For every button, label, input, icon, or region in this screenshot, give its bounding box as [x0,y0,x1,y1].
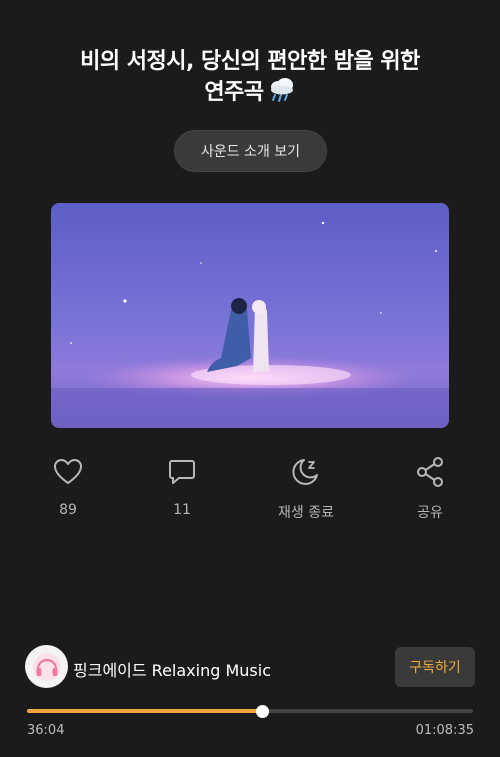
cloud-rain-icon [268,77,296,112]
video-thumbnail[interactable] [51,203,449,428]
share-label: 공유 [417,505,443,521]
progress-knob[interactable] [255,705,269,718]
progress-slider[interactable] [27,705,473,718]
title-line-2: 연주곡 [20,77,480,112]
sleep-timer-label: 재생 종료 [278,505,334,521]
progress-fill [27,709,262,713]
moon-zz-icon [292,459,318,485]
title-line-1: 비의 서정시, 당신의 편안한 밤을 위한 [80,49,420,74]
like-button[interactable]: 89 [23,452,113,518]
page-title: 비의 서정시, 당신의 편안한 밤을 위한 연주곡 [20,46,480,112]
channel-row: 핑크에이드 Relaxing Music 구독하기 [25,645,475,689]
sleep-timer-button[interactable]: 재생 종료 [261,452,351,522]
comment-count: 11 [173,502,191,518]
channel-avatar[interactable] [25,645,68,688]
action-bar: 89 11 재생 종료 공유 [0,452,500,532]
comment-icon [169,460,195,484]
like-count: 89 [59,502,77,518]
heart-icon [54,459,82,484]
share-button[interactable]: 공유 [385,452,475,522]
share-icon [417,457,443,487]
current-time: 36:04 [27,723,65,738]
headphones-avatar-icon [32,652,61,681]
channel-name[interactable]: 핑크에이드 Relaxing Music [73,657,271,681]
title-line-2-text: 연주곡 [204,80,264,105]
total-time: 01:08:35 [415,723,474,738]
subscribe-button[interactable]: 구독하기 [395,647,475,687]
sound-intro-button[interactable]: 사운드 소개 보기 [174,130,327,172]
comment-button[interactable]: 11 [137,452,227,518]
thumbnail-image [51,203,449,428]
